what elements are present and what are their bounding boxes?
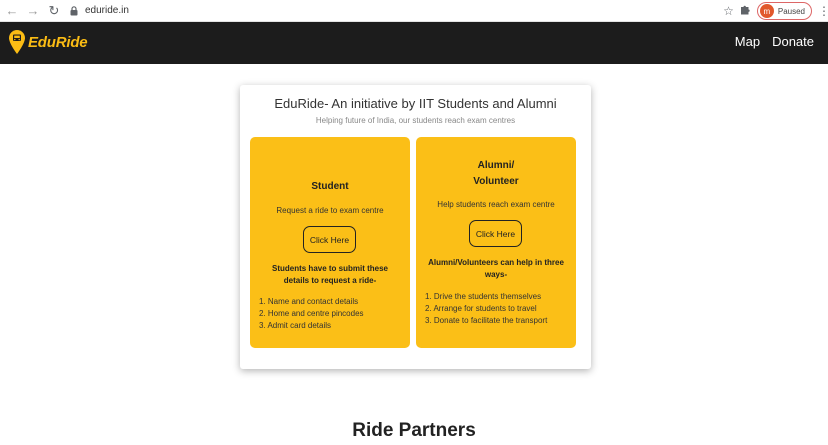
list-item: 2. Home and centre pincodes [259, 309, 364, 318]
list-item: 3. Donate to facilitate the transport [425, 316, 548, 325]
address-bar[interactable]: eduride.in [85, 5, 129, 16]
list-item: 3. Admit card details [259, 321, 332, 330]
card-subtitle: Helping future of India, our students re… [315, 116, 516, 125]
volunteer-description: Help students reach exam centre [437, 200, 555, 209]
bookmark-star-icon[interactable]: ☆ [723, 4, 734, 18]
extensions-icon[interactable] [740, 4, 751, 18]
student-requirements-list: 1. Name and contact details 2. Home and … [259, 296, 407, 332]
list-item: 1. Name and contact details [259, 297, 359, 306]
volunteer-ways-note: Alumni/Volunteers can help in three ways… [428, 258, 564, 279]
volunteer-ways-list: 1. Drive the students themselves 2. Arra… [425, 291, 573, 327]
site-logo[interactable]: EduRide [9, 30, 88, 54]
lock-icon[interactable] [69, 5, 79, 17]
student-click-here-button[interactable]: Click Here [303, 226, 356, 253]
site-header: EduRide Map Donate [0, 22, 828, 64]
nav-map-link[interactable]: Map [735, 34, 760, 49]
volunteer-heading-line2: Volunteer [473, 176, 519, 187]
browser-toolbar: ← → ↻ eduride.in ☆ m Paused ⋮ [0, 0, 828, 22]
student-description: Request a ride to exam centre [276, 206, 384, 215]
profile-button[interactable]: m Paused [756, 2, 812, 20]
nav-donate-link[interactable]: Donate [772, 34, 814, 49]
forward-arrow-icon[interactable]: → [24, 2, 42, 20]
location-pin-icon [9, 30, 25, 54]
browser-actions: ☆ m Paused ⋮ [723, 2, 828, 20]
student-panel: Student Request a ride to exam centre Cl… [250, 137, 410, 348]
profile-status: Paused [777, 6, 805, 16]
card-title: EduRide- An initiative by IIT Students a… [274, 96, 557, 111]
student-heading: Student [311, 181, 349, 192]
list-item: 1. Drive the students themselves [425, 292, 542, 301]
volunteer-panel: Alumni/ Volunteer Help students reach ex… [416, 137, 576, 348]
volunteer-click-here-button[interactable]: Click Here [469, 220, 522, 247]
student-requirements-note: Students have to submit these details to… [271, 264, 389, 285]
logo-text: EduRide [28, 33, 88, 51]
ride-partners-heading: Ride Partners [352, 420, 476, 441]
initiative-card: EduRide- An initiative by IIT Students a… [240, 85, 591, 369]
main-nav: Map Donate [735, 34, 814, 49]
reload-icon[interactable]: ↻ [45, 2, 63, 20]
more-menu-icon[interactable]: ⋮ [818, 5, 828, 17]
volunteer-heading-line1: Alumni/ [477, 160, 515, 171]
list-item: 2. Arrange for students to travel [425, 304, 537, 313]
back-arrow-icon[interactable]: ← [3, 2, 21, 20]
avatar: m [759, 4, 774, 18]
